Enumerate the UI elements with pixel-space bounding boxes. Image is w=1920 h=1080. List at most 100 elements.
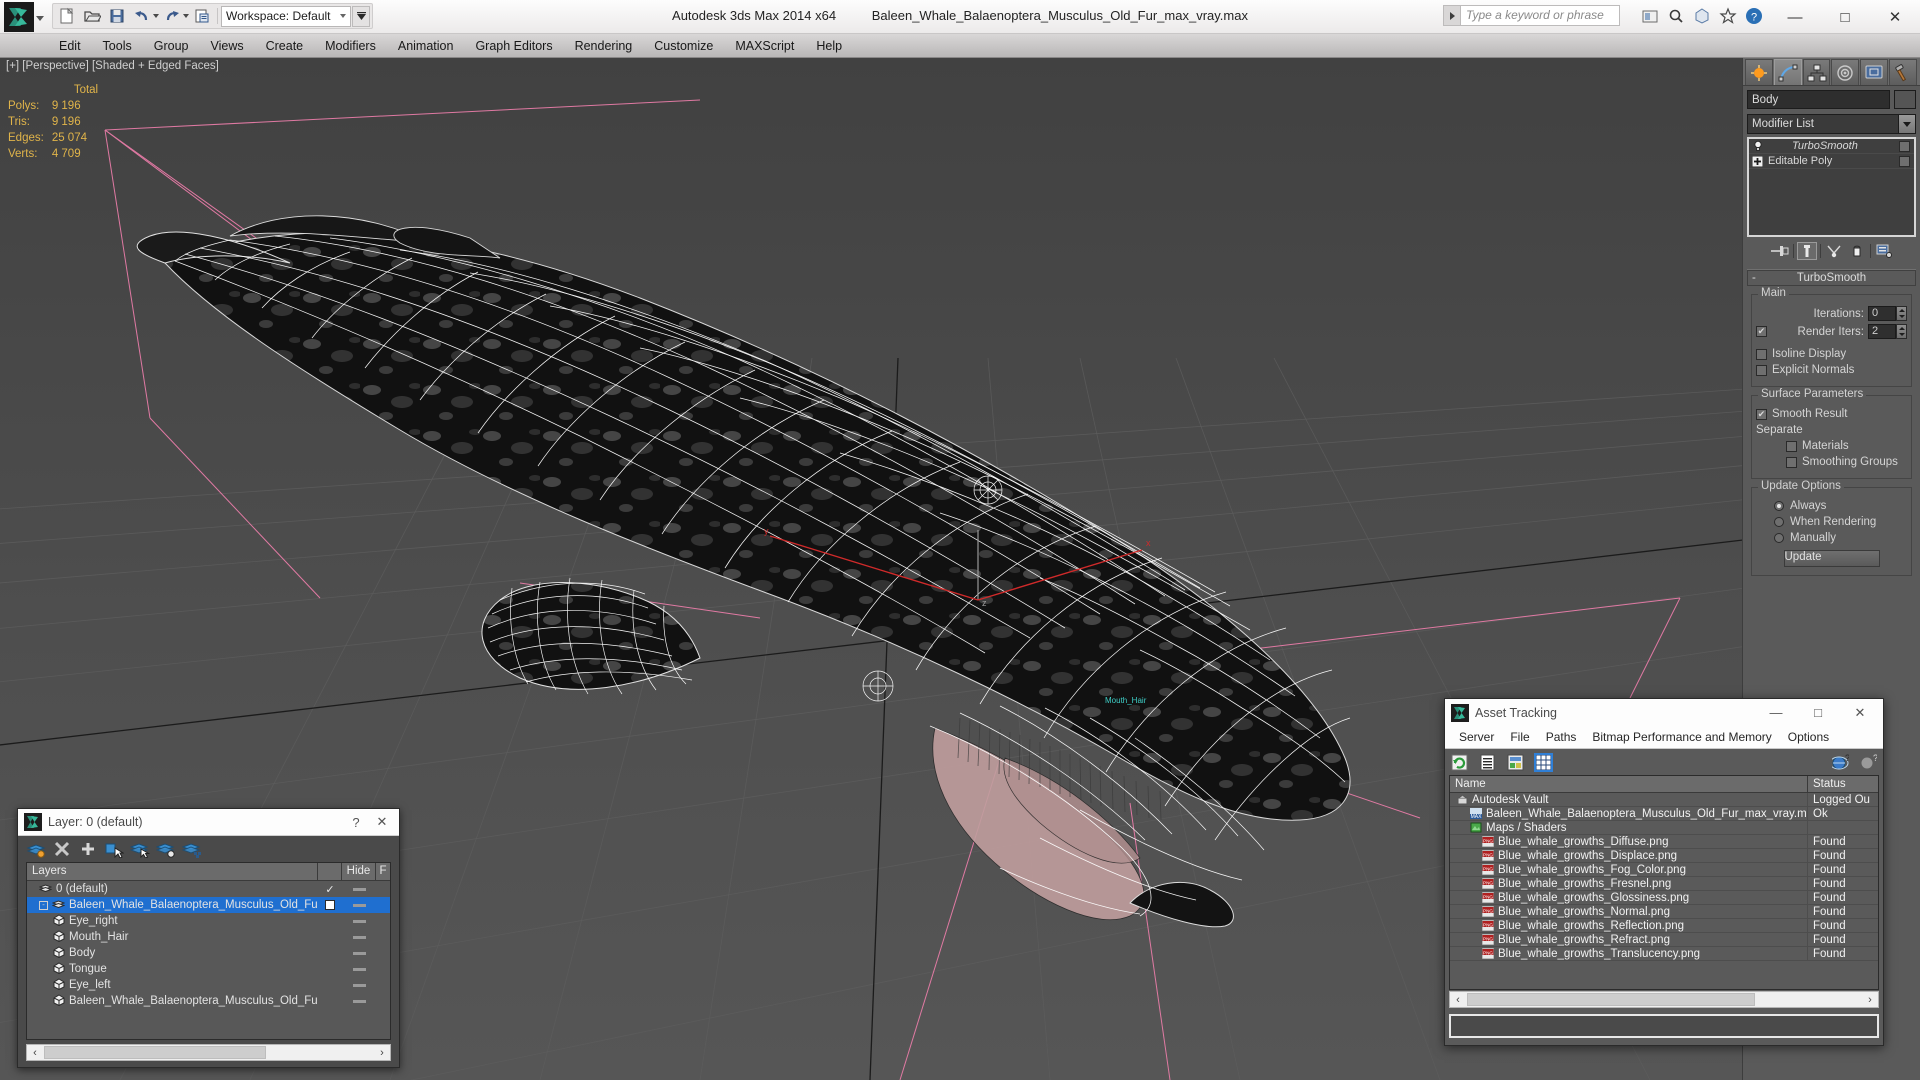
create-new-layer-icon[interactable] [26, 839, 46, 859]
favorites-star-icon[interactable] [1718, 6, 1738, 26]
layer-hide-cell[interactable] [342, 983, 376, 987]
menu-item-views[interactable]: Views [199, 36, 254, 56]
asset-maximize-button[interactable]: □ [1797, 700, 1839, 726]
configure-sets-icon[interactable] [1874, 242, 1894, 260]
scroll-thumb[interactable] [44, 1046, 266, 1059]
hierarchy-tab-icon[interactable] [1802, 59, 1831, 85]
layer-row[interactable]: Eye_right [27, 913, 390, 929]
radio-when-rendering[interactable]: When Rendering [1756, 516, 1907, 528]
radio-always[interactable]: Always [1756, 500, 1907, 512]
scroll-right-icon[interactable]: › [1862, 992, 1878, 1007]
layer-hide-cell[interactable] [342, 887, 376, 891]
modifier-toggle-box[interactable] [1899, 140, 1910, 152]
radio-manually[interactable]: Manually [1756, 532, 1907, 544]
isoline-display-checkbox[interactable] [1756, 348, 1767, 360]
param-explicit-normals[interactable]: Explicit Normals [1756, 364, 1907, 376]
materials-checkbox[interactable] [1786, 440, 1797, 452]
undo-dropdown-icon[interactable] [153, 14, 159, 18]
spinner-arrows-icon[interactable] [1896, 324, 1907, 339]
display-tab-icon[interactable] [1860, 59, 1889, 85]
open-file-icon[interactable] [80, 5, 104, 27]
layer-list[interactable]: Layers Hide F 0 (default) ✓ - Baleen_Whale_… [26, 862, 391, 1040]
asset-tracking-window[interactable]: Asset Tracking — □ ✕ Server File Paths Bitm… [1444, 698, 1884, 1046]
asset-menu-item-bitmap-performance-and-memory[interactable]: Bitmap Performance and Memory [1584, 728, 1779, 746]
modifier-stack-item-turbosmooth[interactable]: TurboSmooth [1749, 139, 1914, 154]
rollout-header[interactable]: - TurboSmooth [1747, 270, 1916, 286]
asset-row[interactable]: MAX Baleen_Whale_Balaenoptera_Musculus_Ol… [1450, 806, 1878, 821]
menu-item-group[interactable]: Group [143, 36, 200, 56]
delete-layer-icon[interactable] [52, 839, 72, 859]
modifier-list-dropdown[interactable]: Modifier List [1747, 114, 1916, 134]
asset-row[interactable]: PNG Blue_whale_growths_Normal.png Found [1450, 904, 1878, 919]
layer-hide-cell[interactable] [342, 919, 376, 923]
layer-active-cell[interactable]: ✓ [318, 883, 342, 896]
add-selection-to-layer-icon[interactable] [78, 839, 98, 859]
param-smooth-result[interactable]: Smooth Result [1756, 408, 1907, 420]
asset-row[interactable]: PNG Blue_whale_growths_Diffuse.png Found [1450, 834, 1878, 849]
expand-plus-icon[interactable] [1751, 155, 1764, 168]
render-iters-value[interactable]: 2 [1868, 324, 1896, 339]
layer-expander-icon[interactable]: - [39, 900, 48, 910]
object-color-swatch[interactable] [1894, 90, 1916, 109]
pin-stack-icon[interactable] [1770, 242, 1790, 260]
asset-row[interactable]: PNG Blue_whale_growths_Fresnel.png Found [1450, 876, 1878, 891]
layer-row[interactable]: Tongue [27, 961, 390, 977]
exchange-app-store-icon[interactable] [1692, 6, 1712, 26]
iterations-spinner[interactable]: 0 [1868, 306, 1907, 321]
asset-close-button[interactable]: ✕ [1839, 700, 1881, 726]
iterations-value[interactable]: 0 [1868, 306, 1896, 321]
modifier-stack[interactable]: TurboSmooth Editable Poly [1747, 137, 1916, 237]
layer-dialog[interactable]: Layer: 0 (default) ? ✕ Layers Hide F 0 (… [17, 808, 400, 1068]
modifier-stack-item-editable-poly[interactable]: Editable Poly [1749, 154, 1914, 169]
manually-radio[interactable] [1774, 533, 1784, 543]
asset-row[interactable]: Maps / Shaders [1450, 820, 1878, 835]
render-iters-spinner[interactable]: 2 [1868, 324, 1907, 339]
layer-hide-cell[interactable] [342, 935, 376, 939]
smooth-result-checkbox[interactable] [1756, 408, 1767, 420]
column-freeze[interactable]: F [376, 863, 390, 880]
layer-hide-cell[interactable] [342, 967, 376, 971]
scroll-left-icon[interactable]: ‹ [27, 1045, 43, 1060]
rollout-collapse-icon[interactable]: - [1752, 272, 1756, 284]
object-name-field[interactable]: Body [1747, 90, 1890, 109]
layer-list-body[interactable]: 0 (default) ✓ - Baleen_Whale_Balaenoptera_M… [27, 881, 390, 1039]
save-file-icon[interactable] [105, 5, 129, 27]
app-menu-dropdown-icon[interactable] [36, 16, 44, 21]
layer-dialog-close-button[interactable]: ✕ [369, 810, 395, 834]
asset-row[interactable]: PNG Blue_whale_growths_Reflection.png Foun… [1450, 918, 1878, 933]
new-file-icon[interactable] [55, 5, 79, 27]
motion-tab-icon[interactable] [1831, 59, 1860, 85]
layer-hide-cell[interactable] [342, 999, 376, 1003]
param-materials[interactable]: Materials [1756, 440, 1907, 452]
asset-row[interactable]: PNG Blue_whale_growths_Fog_Color.png Found [1450, 862, 1878, 877]
layer-row[interactable]: 0 (default) ✓ [27, 881, 390, 897]
minimize-button[interactable]: — [1770, 0, 1820, 34]
redo-dropdown-icon[interactable] [183, 14, 189, 18]
3dsmax-logo-icon[interactable] [4, 2, 34, 32]
smoothing-groups-checkbox[interactable] [1786, 456, 1797, 468]
menu-item-customize[interactable]: Customize [643, 36, 724, 56]
select-highlighted-objects-icon[interactable] [130, 839, 150, 859]
workspace-dropdown-button[interactable] [352, 5, 370, 27]
remove-modifier-icon[interactable] [1847, 242, 1867, 260]
viewport-label[interactable]: [+] [Perspective] [Shaded + Edged Faces] [6, 60, 219, 72]
menu-item-create[interactable]: Create [255, 36, 315, 56]
help-world-icon[interactable]: ? [1831, 753, 1850, 772]
asset-menu-item-file[interactable]: File [1502, 728, 1537, 746]
menu-item-help[interactable]: Help [805, 36, 853, 56]
column-layers[interactable]: Layers [27, 863, 318, 880]
detail-view-icon[interactable] [1506, 753, 1525, 772]
lightbulb-icon[interactable] [1751, 140, 1764, 153]
layer-hide-cell[interactable] [342, 951, 376, 955]
layer-active-cell[interactable] [318, 900, 342, 910]
menu-item-tools[interactable]: Tools [92, 36, 143, 56]
set-project-folder-icon[interactable] [190, 5, 214, 27]
make-unique-icon[interactable] [1824, 242, 1844, 260]
modifier-toggle-box[interactable] [1899, 155, 1910, 167]
layer-hide-cell[interactable] [342, 903, 376, 907]
refresh-icon[interactable] [1450, 753, 1469, 772]
param-isoline-display[interactable]: Isoline Display [1756, 348, 1907, 360]
spinner-arrows-icon[interactable] [1896, 306, 1907, 321]
layer-row[interactable]: Eye_left [27, 977, 390, 993]
asset-row[interactable]: PNG Blue_whale_growths_Refract.png Found [1450, 932, 1878, 947]
